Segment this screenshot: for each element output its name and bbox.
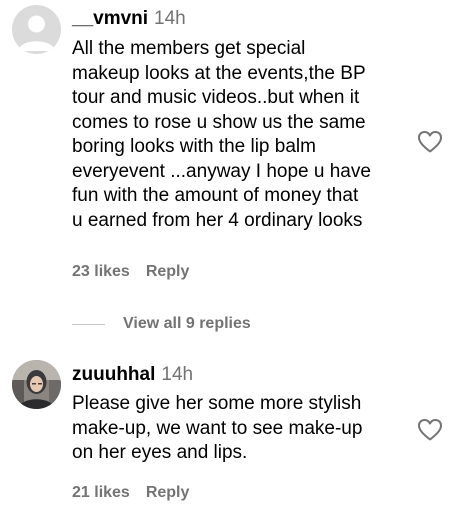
comment-text-line: comes to rose u show us the same [72, 111, 366, 133]
likes-count[interactable]: 23 likes [72, 263, 130, 280]
avatar[interactable] [12, 360, 61, 409]
comment-2: zuuuhhal 14h Please give her some more st… [0, 355, 459, 512]
default-profile-icon [12, 5, 61, 54]
comment-text: Please give her some more stylish make-u… [72, 392, 407, 466]
view-replies-button[interactable]: View all 9 replies [72, 313, 251, 335]
comment-text-line: u earned from her 4 ordinary looks [72, 209, 363, 231]
comment-header: __vmvni 14h [72, 7, 407, 31]
comment-text-line: boring looks with the lip balm [72, 136, 316, 157]
comment-meta: 21 likes Reply [72, 484, 189, 502]
comment-text-line: makeup looks at the events,the BP [72, 62, 366, 84]
likes-count[interactable]: 21 likes [72, 484, 130, 501]
comment-header: zuuuhhal 14h [72, 363, 407, 387]
heart-icon[interactable] [417, 130, 443, 154]
comment-text-line: everyevent ...anyway I hope u have [72, 160, 371, 182]
username[interactable]: __vmvni [72, 8, 148, 29]
timestamp[interactable]: 14h [154, 8, 186, 29]
comment-text-line: tour and music videos..but when it [72, 87, 360, 108]
comment-1: __vmvni 14h All the members get special m… [0, 0, 459, 300]
view-replies-label: View all 9 replies [123, 315, 251, 332]
comment-text-line: Please give her some more stylish [72, 393, 362, 414]
reply-button[interactable]: Reply [146, 263, 190, 280]
reply-button[interactable]: Reply [146, 484, 190, 501]
timestamp[interactable]: 14h [161, 364, 193, 385]
comment-text-line: on her eyes and lips. [72, 442, 248, 463]
comment-content: __vmvni 14h All the members get special m… [72, 7, 407, 233]
comment-text-line: All the members get special [72, 38, 306, 59]
comment-text-line: make-up, we want to see make-up [72, 417, 363, 439]
username[interactable]: zuuuhhal [72, 364, 155, 385]
avatar[interactable] [12, 5, 61, 54]
replies-divider [72, 323, 105, 325]
heart-icon[interactable] [417, 418, 443, 442]
comment-text-line: fun with the amount of money that [72, 185, 359, 206]
user-photo-avatar [12, 360, 61, 409]
comment-text: All the members get special makeup looks… [72, 37, 407, 233]
comment-meta: 23 likes Reply [72, 263, 189, 281]
comment-content: zuuuhhal 14h Please give her some more st… [72, 363, 407, 466]
